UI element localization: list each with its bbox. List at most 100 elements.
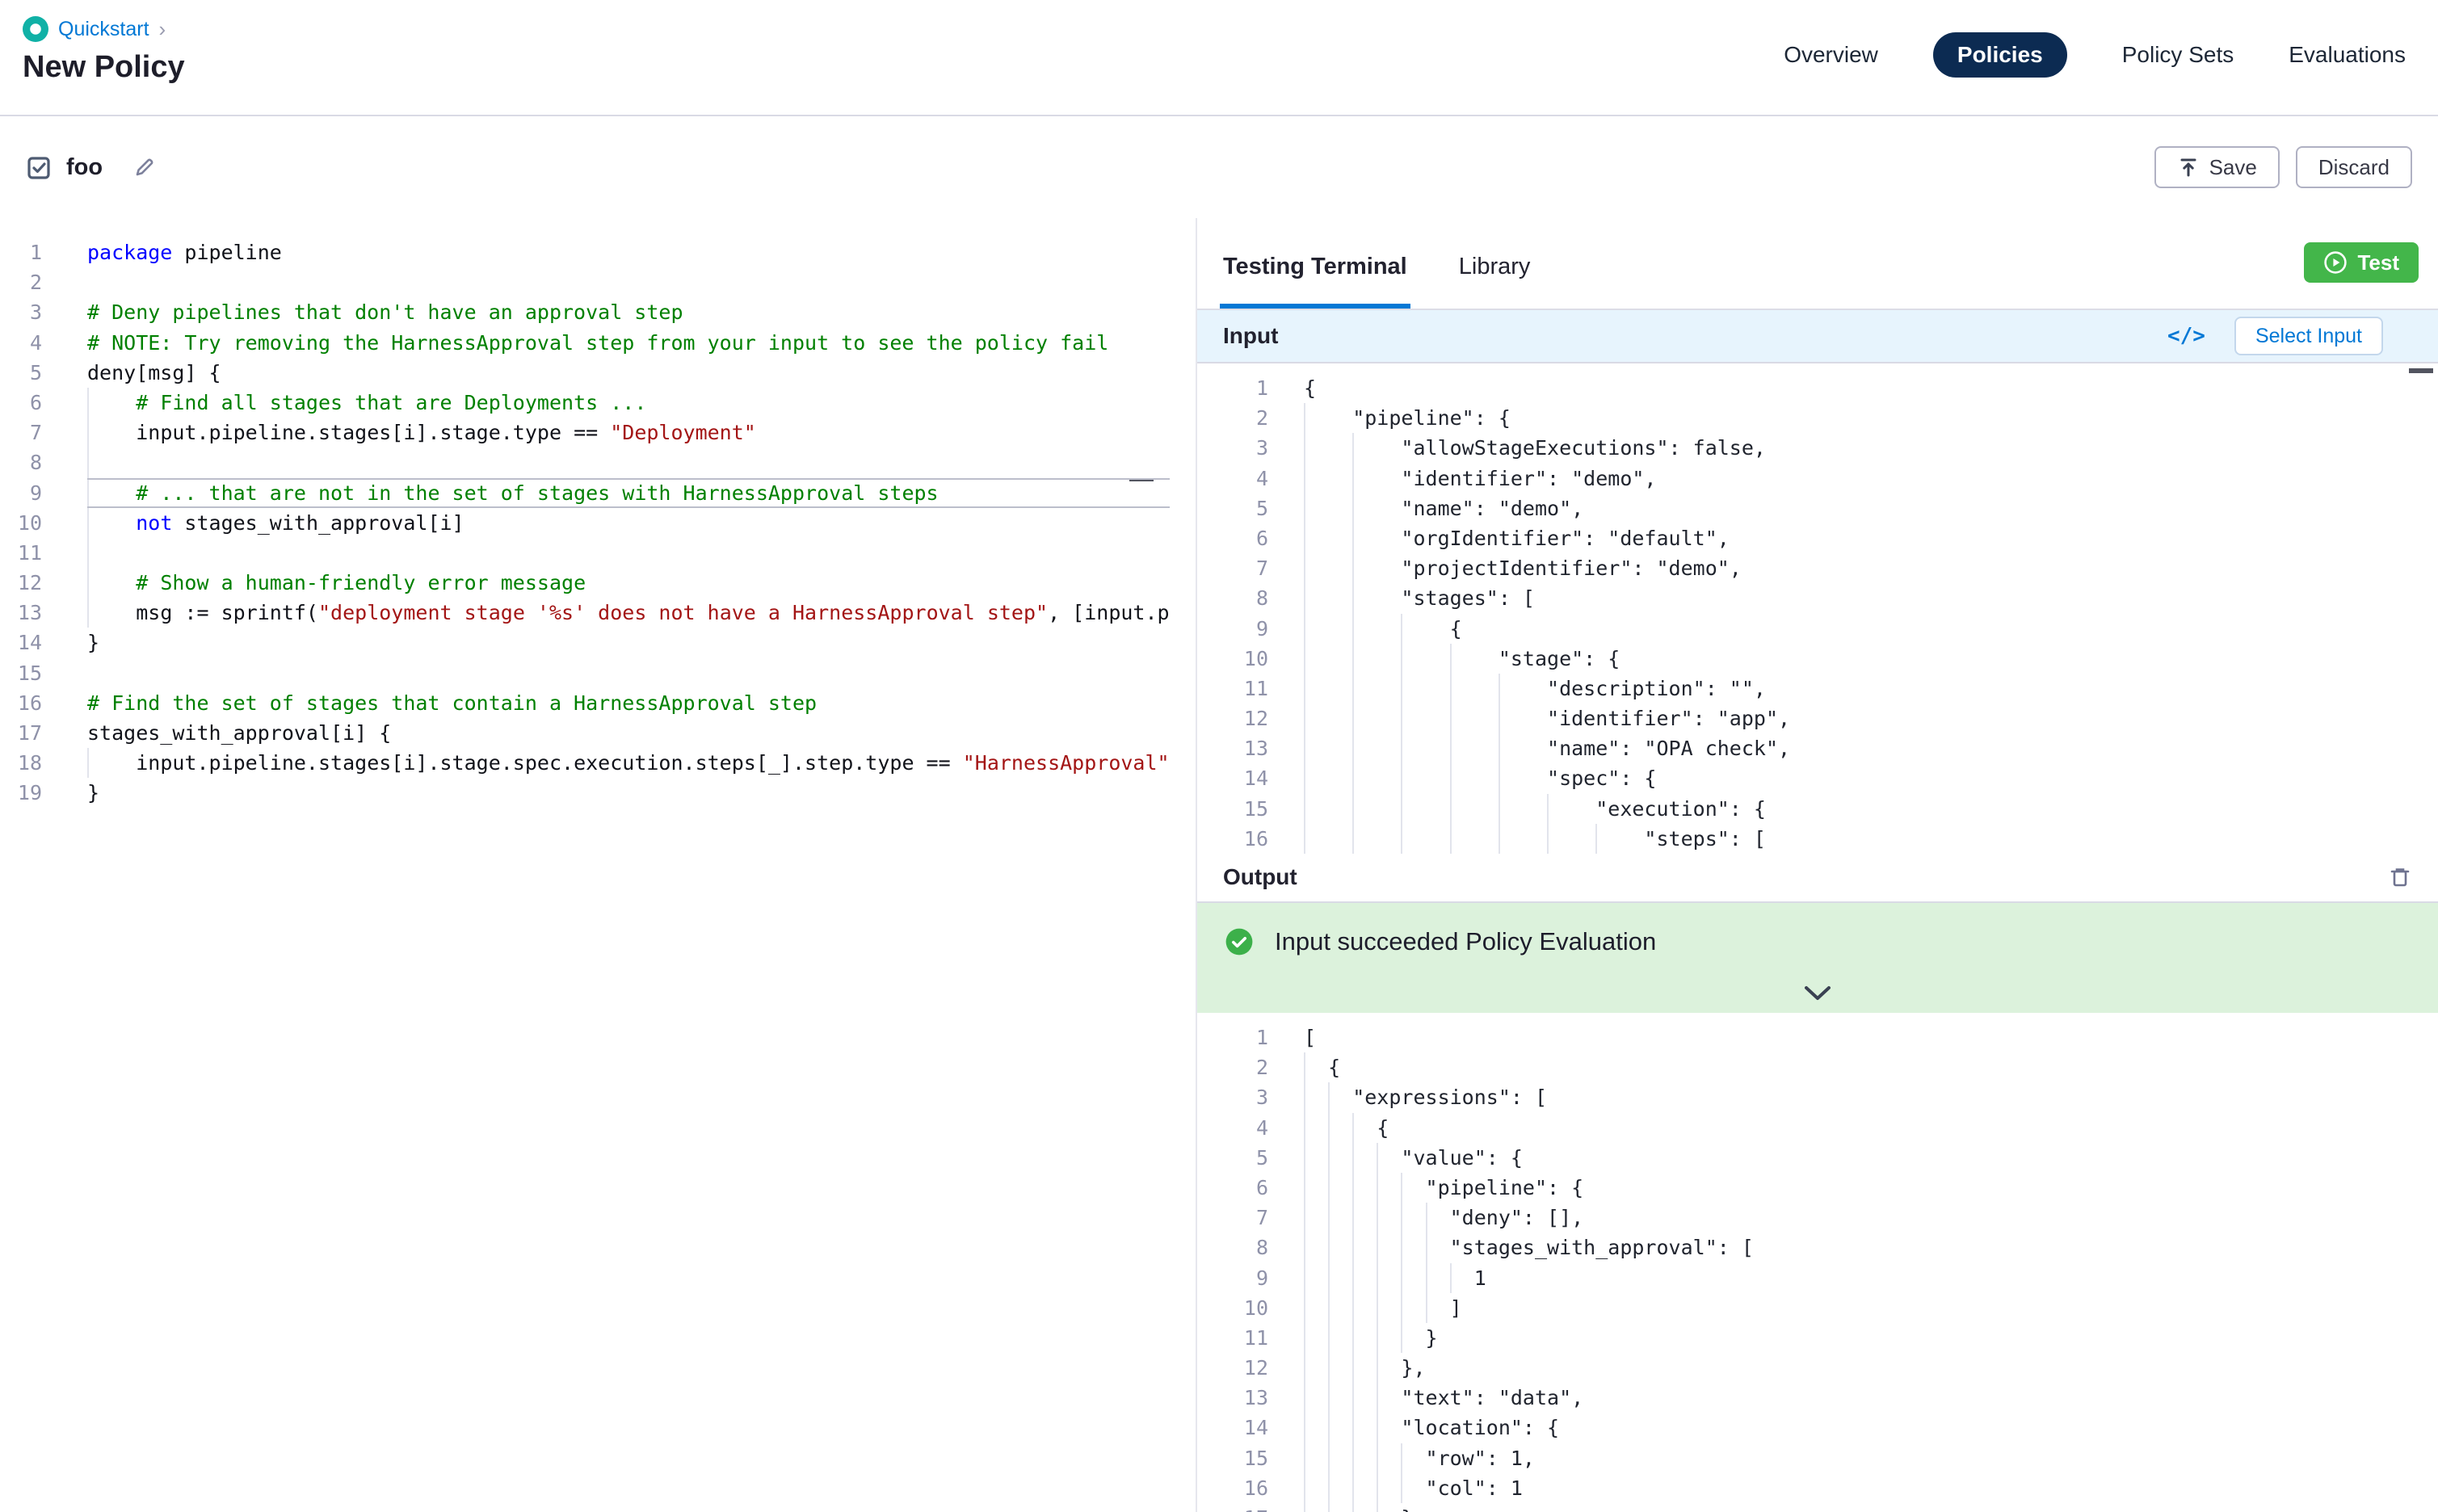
- indent-guide: [1450, 704, 1452, 733]
- indent-guide: [1450, 733, 1452, 763]
- check-circle-icon: [1225, 927, 1254, 956]
- code-line-text[interactable]: [87, 538, 1170, 568]
- indent-guide: [1377, 1293, 1378, 1323]
- indent-guide: [1377, 1203, 1378, 1233]
- code-line-text[interactable]: package pipeline: [87, 237, 1170, 267]
- code-line-text[interactable]: input.pipeline.stages[i].stage.type == "…: [87, 418, 1170, 447]
- code-line-text[interactable]: # ... that are not in the set of stages …: [87, 478, 1170, 508]
- code-line-text[interactable]: "identifier": "app",: [1304, 704, 2419, 733]
- code-line-text[interactable]: not stages_with_approval[i]: [87, 508, 1170, 538]
- code-line-text[interactable]: "stages_with_approval": [: [1304, 1233, 2419, 1262]
- code-line-text[interactable]: "allowStageExecutions": false,: [1304, 433, 2419, 463]
- code-line-text[interactable]: "execution": {: [1304, 794, 2419, 824]
- expand-output-button[interactable]: [1801, 982, 1835, 1005]
- clear-output-button[interactable]: [2388, 865, 2412, 889]
- indent-guide: [87, 508, 89, 538]
- code-line-text[interactable]: # NOTE: Try removing the HarnessApproval…: [87, 328, 1170, 358]
- code-line-text[interactable]: [87, 447, 1170, 477]
- code-line-text[interactable]: "expressions": [: [1304, 1082, 2419, 1112]
- code-line-text[interactable]: "identifier": "demo",: [1304, 464, 2419, 494]
- test-button[interactable]: Test: [2304, 242, 2419, 283]
- breadcrumb-quickstart-link[interactable]: Quickstart: [58, 18, 149, 41]
- code-line-text[interactable]: {: [1304, 1052, 2419, 1082]
- code-line-text[interactable]: "description": "",: [1304, 674, 2419, 704]
- indent-guide: [1352, 1113, 1354, 1143]
- code-line-text[interactable]: }: [1304, 1323, 2419, 1353]
- line-number: 8: [1197, 1233, 1268, 1262]
- nav-policy-sets[interactable]: Policy Sets: [2122, 42, 2234, 68]
- code-line-text[interactable]: {: [1304, 1113, 2419, 1143]
- code-view-icon[interactable]: </>: [2167, 324, 2205, 348]
- code-line-text[interactable]: "text": "data",: [1304, 1383, 2419, 1413]
- indent-guide: [1304, 763, 1305, 793]
- code-line-text[interactable]: "value": {: [1304, 1143, 2419, 1173]
- edit-name-button[interactable]: [133, 156, 156, 178]
- indent-guide: [1304, 523, 1305, 553]
- code-line-text[interactable]: "name": "OPA check",: [1304, 733, 2419, 763]
- code-line-text[interactable]: "name": "demo",: [1304, 494, 2419, 523]
- code-line-text[interactable]: 1: [1304, 1263, 2419, 1293]
- tab-library[interactable]: Library: [1456, 218, 1534, 309]
- code-line-text[interactable]: # Find the set of stages that contain a …: [87, 688, 1170, 718]
- code-line-text[interactable]: # Deny pipelines that don't have an appr…: [87, 297, 1170, 327]
- code-line-text[interactable]: "steps": [: [1304, 824, 2419, 854]
- code-line-text[interactable]: }: [87, 628, 1170, 657]
- code-line-text[interactable]: ]: [1304, 1293, 2419, 1323]
- code-line-text[interactable]: "deny": [],: [1304, 1203, 2419, 1233]
- line-number: 16: [1197, 1473, 1268, 1503]
- code-line-3: 3 "allowStageExecutions": false,: [1197, 433, 2438, 463]
- indent-guide: [1450, 1263, 1452, 1293]
- indent-guide: [1352, 1143, 1354, 1173]
- code-line-text[interactable]: {: [1304, 373, 2419, 403]
- discard-button[interactable]: Discard: [2296, 146, 2412, 188]
- indent-guide: [1304, 1473, 1305, 1503]
- indent-guide: [1450, 763, 1452, 793]
- nav-policies[interactable]: Policies: [1933, 32, 2067, 78]
- indent-guide: [1328, 1323, 1330, 1353]
- code-line-text[interactable]: "location": {: [1304, 1413, 2419, 1443]
- indent-guide: [1352, 583, 1354, 613]
- code-line-text[interactable]: "col": 1: [1304, 1473, 2419, 1503]
- code-line-text[interactable]: "spec": {: [1304, 763, 2419, 793]
- policy-check-icon: [26, 154, 52, 180]
- nav-evaluations[interactable]: Evaluations: [2289, 42, 2406, 68]
- line-number: 16: [0, 688, 42, 718]
- policy-code-editor[interactable]: 1package pipeline23# Deny pipelines that…: [0, 237, 1196, 808]
- indent-guide: [1352, 553, 1354, 583]
- code-line-text[interactable]: # Find all stages that are Deployments .…: [87, 388, 1170, 418]
- indent-guide: [1377, 1323, 1378, 1353]
- code-line-text[interactable]: }: [1304, 1503, 2419, 1512]
- nav-overview[interactable]: Overview: [1784, 42, 1878, 68]
- indent-guide: [1352, 1293, 1354, 1323]
- tab-testing-terminal[interactable]: Testing Terminal: [1220, 218, 1410, 309]
- code-line-text[interactable]: "pipeline": {: [1304, 403, 2419, 433]
- input-json-editor[interactable]: 1{2 "pipeline": {3 "allowStageExecutions…: [1197, 373, 2438, 854]
- select-input-button[interactable]: Select Input: [2234, 317, 2383, 355]
- indent-guide: [87, 538, 89, 568]
- line-number: 4: [0, 328, 42, 358]
- indent-guide: [1304, 494, 1305, 523]
- indent-guide: [1352, 794, 1354, 824]
- code-line-text[interactable]: }: [87, 778, 1170, 808]
- indent-guide: [1352, 1473, 1354, 1503]
- save-button[interactable]: Save: [2154, 146, 2280, 188]
- code-line-text[interactable]: [87, 267, 1170, 297]
- code-line-text[interactable]: "projectIdentifier": "demo",: [1304, 553, 2419, 583]
- code-line-text[interactable]: "stage": {: [1304, 644, 2419, 674]
- code-line-text[interactable]: "stages": [: [1304, 583, 2419, 613]
- code-line-text[interactable]: [87, 658, 1170, 688]
- code-line-text[interactable]: deny[msg] {: [87, 358, 1170, 388]
- code-line-text[interactable]: "row": 1,: [1304, 1443, 2419, 1473]
- code-line-text[interactable]: [: [1304, 1023, 2419, 1052]
- code-line-16: 16 "steps": [: [1197, 824, 2438, 854]
- indent-guide: [1304, 704, 1305, 733]
- code-line-text[interactable]: "orgIdentifier": "default",: [1304, 523, 2419, 553]
- code-line-text[interactable]: stages_with_approval[i] {: [87, 718, 1170, 748]
- code-line-text[interactable]: },: [1304, 1353, 2419, 1383]
- code-line-text[interactable]: # Show a human-friendly error message: [87, 568, 1170, 598]
- output-json-editor[interactable]: 1[2 {3 "expressions": [4 {5 "value": {6 …: [1197, 1023, 2438, 1512]
- code-line-text[interactable]: input.pipeline.stages[i].stage.spec.exec…: [87, 748, 1170, 778]
- code-line-text[interactable]: {: [1304, 614, 2419, 644]
- code-line-text[interactable]: msg := sprintf("deployment stage '%s' do…: [87, 598, 1170, 628]
- code-line-text[interactable]: "pipeline": {: [1304, 1173, 2419, 1203]
